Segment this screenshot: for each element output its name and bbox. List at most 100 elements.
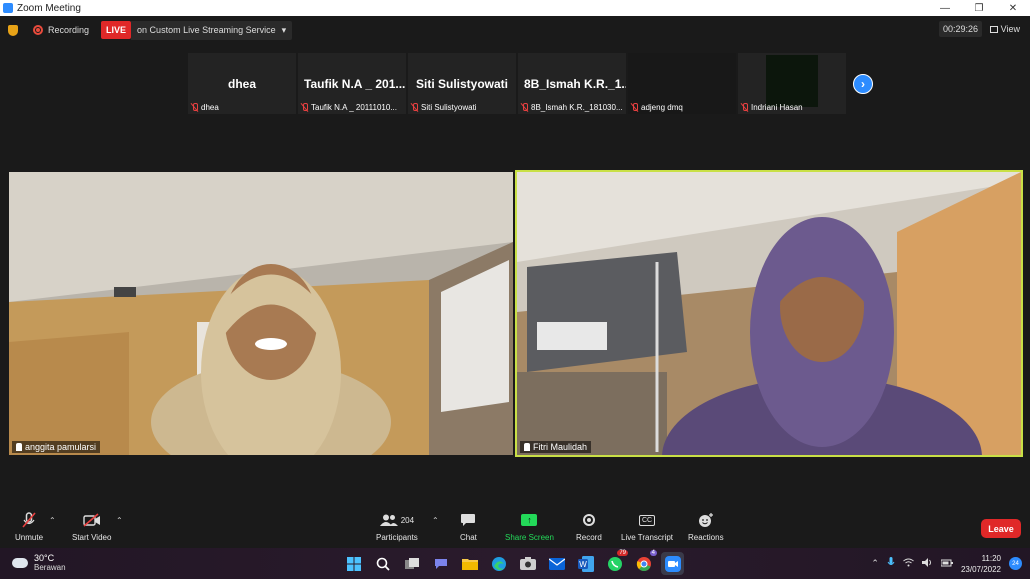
thumbnail-name-tag: Taufik N.A _ 20111010... (301, 103, 397, 112)
participants-button[interactable]: 204 Participants (376, 510, 418, 542)
muted-mic-icon (741, 103, 748, 112)
leave-button[interactable]: Leave (981, 519, 1021, 538)
record-button[interactable]: Record (576, 510, 602, 542)
thumbnail-name-tag: Indriani Hasan (741, 103, 803, 112)
pin-icon (524, 443, 530, 451)
share-screen-icon: ↑ (521, 514, 538, 526)
reactions-button[interactable]: Reactions (688, 510, 724, 542)
closed-caption-icon: CC (638, 514, 656, 526)
microphone-icon[interactable] (887, 557, 895, 570)
close-button[interactable]: ✕ (996, 3, 1030, 14)
thumbnail-display-name: 8B_Ismah K.R._1... (524, 77, 626, 91)
video-off-icon (83, 510, 101, 530)
record-label: Record (576, 533, 602, 542)
start-video-label: Start Video (72, 533, 112, 542)
notification-center-badge[interactable]: 24 (1009, 557, 1022, 570)
pin-icon (16, 443, 22, 451)
chevron-up-icon[interactable]: ⌃ (871, 558, 879, 569)
whatsapp-icon[interactable]: 79 (603, 550, 628, 575)
search-icon[interactable] (371, 552, 394, 575)
chat-button[interactable]: Chat (460, 510, 477, 542)
share-screen-label: Share Screen (505, 533, 554, 542)
whatsapp-unread-badge: 79 (617, 550, 628, 556)
window-title: Zoom Meeting (17, 2, 81, 14)
zoom-taskbar-icon[interactable] (661, 552, 684, 575)
os-taskbar: 30°C Berawan W 79 4 ⌃ 11:20 23/07/2022 2… (0, 548, 1030, 579)
muted-mic-icon (521, 103, 528, 112)
weather-temperature: 30°C (34, 553, 55, 563)
thumbnail-name: Indriani Hasan (751, 103, 803, 112)
start-video-button[interactable]: Start Video (72, 510, 111, 542)
file-explorer-icon[interactable] (458, 552, 481, 575)
muted-mic-icon (411, 103, 418, 112)
participant-name: Fitri Maulidah (533, 442, 588, 452)
thumbnail-name: 8B_Ismah K.R._181030... (531, 103, 623, 112)
camera-app-icon[interactable] (516, 552, 539, 575)
participants-options-caret[interactable]: ⌃ (432, 516, 439, 525)
recording-label[interactable]: Recording (48, 25, 89, 35)
grid-view-icon (989, 25, 998, 33)
live-transcript-button[interactable]: CC Live Transcript (621, 510, 673, 542)
thumbnail-name: dhea (201, 103, 219, 112)
wifi-icon[interactable] (903, 558, 914, 569)
window-titlebar: Zoom Meeting — ❐ ✕ (0, 0, 1030, 16)
battery-icon[interactable] (940, 559, 953, 569)
live-badge: LIVE (101, 21, 132, 39)
teams-chat-icon[interactable] (429, 552, 452, 575)
thumbnail-display-name: Siti Sulistyowati (415, 77, 508, 91)
muted-mic-icon (631, 103, 638, 112)
participant-thumbnail[interactable]: Taufik N.A _ 201... Taufik N.A _ 2011101… (298, 53, 406, 114)
unmute-button[interactable]: Unmute (15, 510, 43, 542)
system-clock[interactable]: 11:20 23/07/2022 (961, 553, 1001, 575)
cloud-icon (12, 557, 28, 568)
word-icon[interactable]: W (574, 552, 597, 575)
chrome-icon[interactable]: 4 (632, 550, 657, 575)
participant-thumbnail[interactable]: 8B_Ismah K.R._1... 8B_Ismah K.R._181030.… (518, 53, 626, 114)
view-button[interactable]: View (988, 21, 1022, 37)
participant-thumbnail[interactable]: Indriani Hasan (738, 53, 846, 114)
weather-widget[interactable]: 30°C Berawan (12, 553, 66, 572)
system-tray: ⌃ 11:20 23/07/2022 24 (871, 548, 1030, 579)
unmute-label: Unmute (15, 533, 44, 542)
video-options-caret[interactable]: ⌃ (116, 516, 123, 525)
reactions-label: Reactions (688, 533, 724, 542)
video-tile-right-active[interactable]: Fitri Maulidah (515, 170, 1023, 457)
thumbnail-name-tag: 8B_Ismah K.R._181030... (521, 103, 623, 112)
zoom-app-icon (3, 3, 13, 13)
clock-date: 23/07/2022 (960, 564, 1001, 574)
thumbnail-name: adjeng dmq (641, 103, 683, 112)
thumbnail-name-tag: dhea (191, 103, 219, 112)
smiley-plus-icon (698, 510, 714, 530)
volume-icon[interactable] (921, 558, 933, 569)
windows-start-icon[interactable] (342, 552, 365, 575)
live-stream-dropdown[interactable]: on Custom Live Streaming Service ▾ (131, 20, 293, 40)
chevron-down-icon: ▾ (281, 24, 287, 35)
participants-count: 204 (400, 515, 415, 525)
participant-thumbnail[interactable]: Siti Sulistyowati Siti Sulistyowati (408, 53, 516, 114)
edge-browser-icon[interactable] (487, 552, 510, 575)
task-view-icon[interactable] (400, 552, 423, 575)
live-transcript-label: Live Transcript (621, 533, 674, 542)
muted-mic-icon (301, 103, 308, 112)
security-shield-icon[interactable] (8, 24, 18, 36)
muted-mic-icon (191, 103, 198, 112)
thumbnail-display-name: dhea (227, 77, 256, 91)
participant-thumbnail[interactable]: dhea dhea (188, 53, 296, 114)
participants-icon (379, 514, 398, 526)
record-icon-wrap (582, 510, 595, 530)
microphone-muted-icon (21, 510, 37, 530)
mail-icon[interactable] (545, 552, 568, 575)
record-icon (582, 514, 595, 526)
participants-icon-group: 204 (379, 510, 415, 530)
video-tile-left[interactable]: anggita pamularsi (9, 172, 513, 455)
meeting-topbar: Recording LIVE on Custom Live Streaming … (0, 16, 1030, 44)
audio-options-caret[interactable]: ⌃ (49, 516, 56, 525)
share-screen-button[interactable]: ↑ Share Screen (505, 510, 554, 542)
view-label: View (1000, 24, 1020, 34)
participant-thumbnail[interactable]: adjeng dmq (628, 53, 736, 114)
minimize-button[interactable]: — (928, 3, 962, 14)
restore-button[interactable]: ❐ (962, 3, 996, 14)
recording-icon (33, 25, 43, 35)
participant-thumbnail-strip: dhea dhea Taufik N.A _ 201... Taufik N.A… (188, 53, 846, 114)
next-page-button[interactable]: › (853, 74, 873, 94)
